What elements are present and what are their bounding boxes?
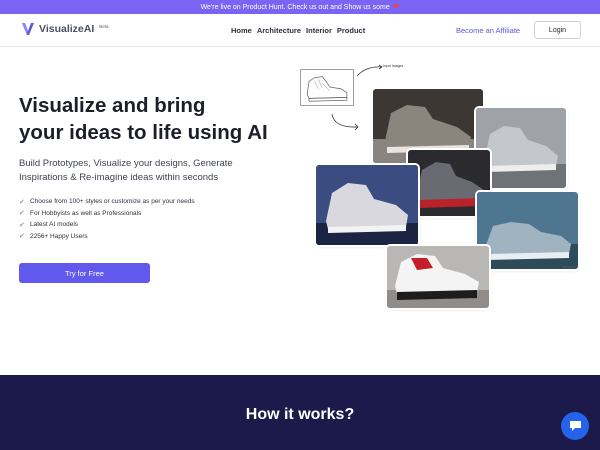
- chat-bubble-icon: [569, 421, 581, 431]
- feature-list: ✔ Choose from 100+ styles or customize as…: [19, 196, 195, 242]
- main-menu: Home Architecture Interior Product: [231, 26, 365, 35]
- feature-text: 2256+ Happy Users: [30, 232, 88, 240]
- generated-image-red-sneaker: [387, 246, 489, 308]
- corner-resolution-label: 1/4 1024: [563, 265, 575, 269]
- feature-item: ✔ Latest AI models: [19, 219, 195, 231]
- nav-item-home[interactable]: Home: [231, 26, 252, 35]
- top-nav: VisualizeAI Beta Home Architecture Inter…: [0, 14, 600, 47]
- hero-title-line-1: Visualize and bring: [19, 94, 206, 117]
- feature-item: ✔ 2256+ Happy Users: [19, 231, 195, 243]
- feature-text: For Hobbyists as well as Professionals: [30, 209, 142, 217]
- nav-item-product[interactable]: Product: [337, 26, 365, 35]
- heart-icon: ❤: [392, 2, 400, 11]
- hero-title-line-2: your ideas to life using AI: [19, 121, 268, 144]
- check-icon: ✔: [19, 198, 25, 206]
- beta-badge: Beta: [99, 24, 109, 29]
- feature-text: Choose from 100+ styles or customize as …: [30, 198, 195, 206]
- promo-banner-text: We're live on Product Hunt. Check us out…: [200, 3, 390, 11]
- nav-item-interior[interactable]: Interior: [306, 26, 332, 35]
- hero-title: Visualize and bring your ideas to life u…: [19, 92, 319, 146]
- how-it-works-title: How it works?: [245, 406, 355, 423]
- try-for-free-button[interactable]: Try for Free: [19, 263, 150, 283]
- arrow-to-label-icon: [356, 64, 383, 77]
- generated-image-blue-sneaker: [477, 192, 578, 269]
- affiliate-link[interactable]: Become an Affiliate: [456, 26, 520, 35]
- arrow-to-outputs-icon: [331, 113, 359, 131]
- brand[interactable]: VisualizeAI Beta: [21, 22, 109, 37]
- check-icon: ✔: [19, 210, 25, 218]
- generated-image-white-sneaker: [316, 165, 418, 245]
- check-icon: ✔: [19, 233, 25, 241]
- feature-text: Latest AI models: [30, 221, 79, 229]
- how-it-works-section: How it works?: [0, 375, 600, 450]
- feature-item: ✔ For Hobbyists as well as Professionals: [19, 208, 195, 220]
- v-logo-icon: [22, 23, 34, 35]
- input-images-label: Input Images: [383, 64, 404, 68]
- hero-subtitle-line-2: Inspirations & Re-imagine ideas within s…: [19, 172, 219, 183]
- feature-item: ✔ Choose from 100+ styles or customize as…: [19, 196, 195, 208]
- hero-subtitle-line-1: Build Prototypes, Visualize your designs…: [19, 158, 233, 169]
- input-sketch-image: [300, 69, 354, 106]
- sneaker-sketch-icon: [306, 76, 348, 102]
- brand-name: VisualizeAI: [39, 23, 95, 35]
- nav-item-architecture[interactable]: Architecture: [257, 26, 301, 35]
- login-button[interactable]: Login: [534, 21, 581, 39]
- promo-banner[interactable]: We're live on Product Hunt. Check us out…: [0, 0, 600, 14]
- hero-subtitle: Build Prototypes, Visualize your designs…: [19, 157, 279, 185]
- chat-button[interactable]: [561, 412, 589, 440]
- check-icon: ✔: [19, 221, 25, 229]
